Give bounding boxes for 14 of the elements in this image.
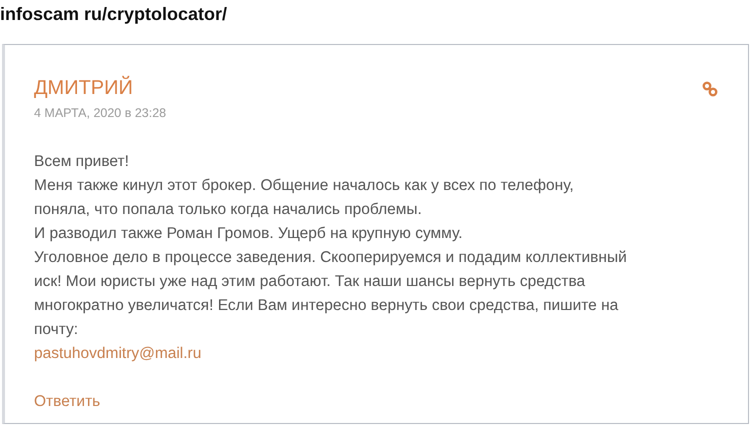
- comment-text-line: Меня также кинул этот брокер. Общение началось как у всех по телефону,: [34, 176, 575, 196]
- comment-text-line: поняла, что попала только когда начались проблемы.: [34, 200, 423, 220]
- page-title: infoscam ru/cryptolocator/: [0, 3, 228, 26]
- comment-text-line: почту:: [34, 320, 80, 340]
- comment-text-line: иск! Мои юристы уже над этим работают. Так наши шансы вернуть средства: [34, 272, 586, 292]
- comment-text-line: Уголовное дело в процессе заведения. Скооперируемся и подадим коллективный: [34, 248, 628, 268]
- comment-date: 4 МАРТА, 2020 в 23:28: [34, 106, 168, 120]
- comment-text-line: Всем привет!: [34, 152, 130, 172]
- comment-text-line: многократно увеличатся! Если Вам интересно вернуть свои средства, пишите на: [34, 296, 620, 316]
- reply-link[interactable]: Ответить: [34, 390, 100, 414]
- comment-text-line: И разводил также Роман Громов. Ущерб на крупную сумму.: [34, 224, 464, 244]
- comment-author: ДМИТРИЙ: [34, 75, 133, 101]
- email-link[interactable]: pastuhovdmitry@mail.ru: [34, 342, 202, 366]
- link-icon[interactable]: [702, 81, 718, 97]
